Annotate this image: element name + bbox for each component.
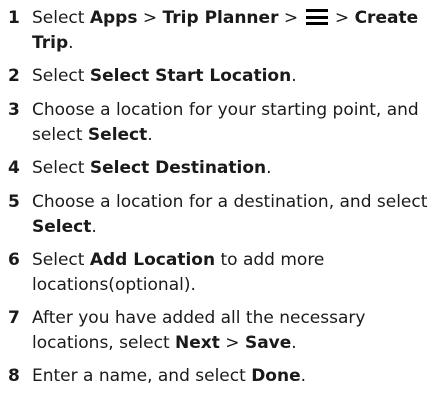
step-number: 1 <box>8 8 20 28</box>
step-number: 6 <box>8 250 20 270</box>
step-text: Select Apps > Trip Planner > > Create Tr… <box>32 8 419 53</box>
option-add-location: Add Location <box>89 250 216 270</box>
option-next: Next <box>175 333 220 353</box>
step-number: 2 <box>8 66 20 86</box>
step-number: 8 <box>8 366 20 386</box>
step-number: 7 <box>8 308 20 328</box>
step-text: After you have added all the necessary l… <box>32 308 366 353</box>
option-done: Done <box>251 366 301 386</box>
step-text: Select Add Location to add more location… <box>32 250 325 295</box>
step-text: Select Select Start Location. <box>32 66 297 86</box>
menu-path-apps: Apps <box>89 8 138 28</box>
step-number: 3 <box>8 100 20 120</box>
option-save: Save <box>244 333 292 353</box>
menu-path-trip-planner: Trip Planner <box>162 8 279 28</box>
option-select-destination: Select Destination <box>89 158 267 178</box>
menu-icon <box>305 9 328 25</box>
option-select: Select <box>87 125 148 145</box>
step-text: Choose a location for a destination, and… <box>32 192 428 237</box>
step-text: Choose a location for your starting poin… <box>32 100 419 145</box>
step-text: Select Select Destination. <box>32 158 272 178</box>
option-select-start-location: Select Start Location <box>89 66 292 86</box>
step-number: 4 <box>8 158 20 178</box>
option-select: Select <box>32 217 92 237</box>
step-text: Enter a name, and select Done. <box>32 366 307 386</box>
step-number: 5 <box>8 192 20 212</box>
